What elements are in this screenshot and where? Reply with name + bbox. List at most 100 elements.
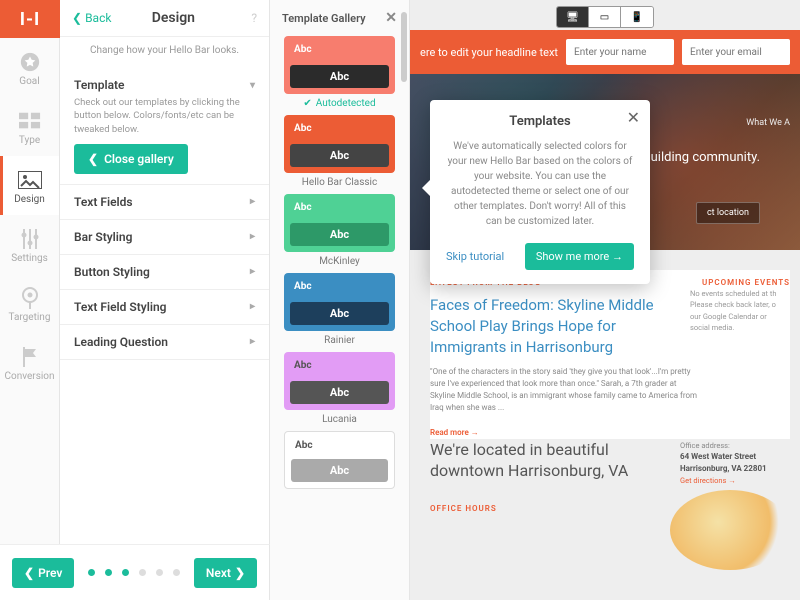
name-input[interactable] bbox=[566, 39, 674, 65]
email-input[interactable] bbox=[682, 39, 790, 65]
close-icon[interactable]: ✕ bbox=[627, 108, 640, 127]
rail-targeting[interactable]: Targeting bbox=[0, 274, 59, 333]
popover-actions: Skip tutorial Show me more → bbox=[446, 243, 634, 270]
prev-button[interactable]: ❮ Prev bbox=[12, 558, 74, 588]
blog-excerpt: "One of the characters in the story said… bbox=[430, 366, 700, 414]
template-name: Lucania bbox=[284, 414, 395, 425]
device-tabs: 🖥 ▭ 📱 bbox=[556, 6, 654, 28]
next-button[interactable]: Next ❯ bbox=[194, 558, 257, 588]
logo[interactable]: I-I bbox=[0, 0, 60, 38]
template-sample-text: Abc bbox=[290, 42, 389, 57]
template-sample-text: Abc bbox=[290, 200, 389, 215]
star-icon bbox=[16, 52, 44, 72]
back-label: Back bbox=[85, 11, 111, 25]
show-more-button[interactable]: Show me more → bbox=[525, 243, 634, 270]
chevron-right-icon: ▸ bbox=[250, 336, 255, 347]
template-card[interactable]: Abc Abc Rainier bbox=[284, 273, 395, 346]
panel-header: ❮ Back Design ? bbox=[60, 0, 269, 37]
chevron-right-icon: ▸ bbox=[250, 266, 255, 277]
section-header[interactable]: Template ▾ bbox=[74, 78, 255, 92]
section-template: Template ▾ Check out our templates by cl… bbox=[60, 68, 269, 185]
step-dot[interactable] bbox=[88, 569, 95, 576]
section-leading-question[interactable]: Leading Question ▸ bbox=[60, 325, 269, 360]
help-icon[interactable]: ? bbox=[251, 11, 257, 25]
mobile-icon: 📱 bbox=[631, 12, 643, 23]
rail-conversion[interactable]: Conversion bbox=[0, 333, 59, 392]
blog-section: LATEST FROM THE BLOG UPCOMING EVENTS Fac… bbox=[430, 270, 790, 439]
section-label: Text Fields bbox=[74, 195, 133, 209]
directions-link[interactable]: Get directions → bbox=[680, 476, 736, 485]
headline-text[interactable]: ere to edit your headline text bbox=[420, 46, 558, 59]
icon-rail: I-I Goal Type Design Settings Targeting … bbox=[0, 0, 60, 600]
location-button[interactable]: ct location bbox=[696, 202, 760, 224]
template-sample-button: Abc bbox=[290, 223, 389, 246]
button-label: Prev bbox=[38, 566, 62, 580]
template-card[interactable]: AbcAbcHello Bar Classic bbox=[284, 115, 395, 188]
template-name: McKinley bbox=[284, 256, 395, 267]
design-panel: ❮ Back Design ? Change how your Hello Ba… bbox=[60, 0, 270, 600]
section-text-fields[interactable]: Text Fields ▸ bbox=[60, 185, 269, 220]
rail-label: Design bbox=[14, 194, 45, 205]
template-sample-text: Abc bbox=[290, 358, 389, 373]
rail-design[interactable]: Design bbox=[0, 156, 59, 215]
section-label: Button Styling bbox=[74, 265, 150, 279]
section-text-field-styling[interactable]: Text Field Styling▸ bbox=[60, 290, 269, 325]
gallery-title: Template Gallery bbox=[282, 12, 366, 25]
rail-label: Conversion bbox=[4, 371, 54, 382]
device-desktop[interactable]: 🖥 bbox=[557, 7, 589, 27]
sliders-icon bbox=[16, 229, 44, 249]
template-card[interactable]: AbcAbcLucania bbox=[284, 352, 395, 425]
template-name: Rainier bbox=[284, 335, 395, 346]
tablet-icon: ▭ bbox=[600, 12, 609, 23]
section-button-styling[interactable]: Button Styling ▸ bbox=[60, 255, 269, 290]
blog-post-title[interactable]: Faces of Freedom: Skyline Middle School … bbox=[430, 295, 690, 358]
section-label: Leading Question bbox=[74, 335, 168, 349]
back-button[interactable]: ❮ Back bbox=[72, 11, 111, 25]
chevron-left-icon: ❮ bbox=[72, 11, 82, 25]
template-sample-button: Abc bbox=[291, 459, 388, 482]
address-text: 64 West Water Street Harrisonburg, VA 22… bbox=[680, 452, 767, 473]
template-sample-button: Abc bbox=[290, 65, 389, 88]
step-dots bbox=[88, 569, 180, 576]
flag-icon bbox=[16, 347, 44, 367]
image-icon bbox=[16, 170, 44, 190]
rail-settings[interactable]: Settings bbox=[0, 215, 59, 274]
scrollbar[interactable] bbox=[401, 12, 407, 82]
check-icon: ✔ bbox=[303, 98, 311, 109]
read-more-link[interactable]: Read more → bbox=[430, 428, 479, 437]
skip-tutorial-link[interactable]: Skip tutorial bbox=[446, 250, 504, 263]
step-dot[interactable] bbox=[105, 569, 112, 576]
template-card[interactable]: Abc Abc McKinley bbox=[284, 194, 395, 267]
tutorial-popover: ✕ Templates We've automatically selected… bbox=[430, 100, 650, 284]
device-tablet[interactable]: ▭ bbox=[589, 7, 621, 27]
step-dot[interactable] bbox=[122, 569, 129, 576]
template-sample-button: Abc bbox=[290, 144, 389, 167]
template-card[interactable]: Abc Abc ✔Autodetected bbox=[284, 36, 395, 109]
rail-goal[interactable]: Goal bbox=[0, 38, 59, 97]
template-name: Hello Bar Classic bbox=[284, 177, 395, 188]
button-label: Next bbox=[206, 566, 231, 580]
autodetected-label: ✔Autodetected bbox=[284, 98, 395, 109]
address-block: Office address: 64 West Water Street Har… bbox=[680, 440, 790, 487]
section-label: Text Field Styling bbox=[74, 300, 166, 314]
template-card[interactable]: AbcAbc bbox=[284, 431, 395, 489]
rail-type[interactable]: Type bbox=[0, 97, 59, 156]
gallery-header: Template Gallery ✕ bbox=[270, 10, 409, 36]
device-mobile[interactable]: 📱 bbox=[621, 7, 653, 27]
close-gallery-button[interactable]: ❮ Close gallery bbox=[74, 144, 188, 174]
hero-location: ct location bbox=[696, 200, 760, 224]
rail-label: Type bbox=[19, 135, 40, 146]
chevron-right-icon: ▸ bbox=[250, 196, 255, 207]
chevron-right-icon: ▸ bbox=[250, 231, 255, 242]
template-sample-text: Abc bbox=[290, 279, 389, 294]
template-sample-button: Abc bbox=[290, 302, 389, 325]
step-dot[interactable] bbox=[173, 569, 180, 576]
pin-icon bbox=[16, 288, 44, 308]
preview-pane: 🖥 ▭ 📱 ere to edit your headline text Wha… bbox=[410, 0, 800, 600]
close-icon[interactable]: ✕ bbox=[385, 10, 397, 26]
step-dot[interactable] bbox=[139, 569, 146, 576]
step-dot[interactable] bbox=[156, 569, 163, 576]
events-text: No events scheduled at th Please check b… bbox=[690, 288, 790, 333]
section-bar-styling[interactable]: Bar Styling▸ bbox=[60, 220, 269, 255]
desktop-icon: 🖥 bbox=[566, 12, 579, 23]
